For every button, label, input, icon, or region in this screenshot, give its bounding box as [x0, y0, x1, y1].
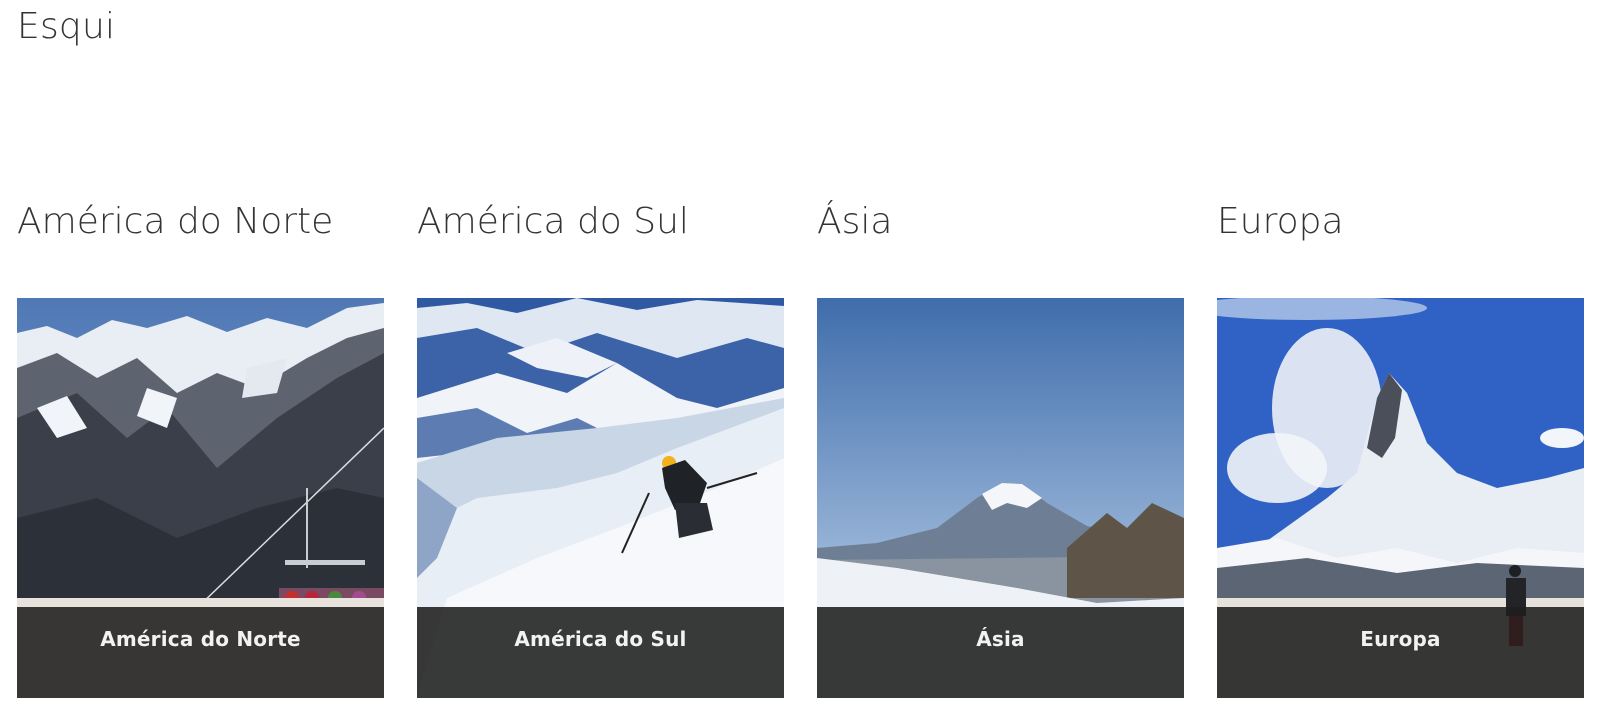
caption-bar: América do Sul	[417, 607, 784, 698]
caption-bar: Europa	[1217, 607, 1584, 698]
card-caption: América do Sul	[514, 627, 687, 651]
region-south-america: América do Sul América do Sul	[417, 196, 784, 698]
region-grid: América do Norte América do Norte Améric…	[17, 196, 1584, 698]
region-asia: Ásia Ásia	[817, 196, 1184, 698]
card-caption: Europa	[1360, 627, 1441, 651]
caption-bar: Ásia	[817, 607, 1184, 698]
caption-bar: América do Norte	[17, 607, 384, 698]
region-card-south-america[interactable]: América do Sul	[417, 298, 784, 698]
region-heading: América do Sul	[417, 201, 689, 242]
region-heading: Ásia	[817, 201, 893, 242]
card-caption: América do Norte	[100, 627, 301, 651]
region-card-asia[interactable]: Ásia	[817, 298, 1184, 698]
region-heading: Europa	[1217, 201, 1344, 242]
region-card-europe[interactable]: Europa	[1217, 298, 1584, 698]
region-north-america: América do Norte América do Norte	[17, 196, 384, 698]
region-heading: América do Norte	[17, 201, 334, 242]
card-caption: Ásia	[976, 627, 1025, 651]
region-europe: Europa Europa	[1217, 196, 1584, 698]
page-title: Esqui	[17, 6, 116, 47]
region-card-north-america[interactable]: América do Norte	[17, 298, 384, 698]
